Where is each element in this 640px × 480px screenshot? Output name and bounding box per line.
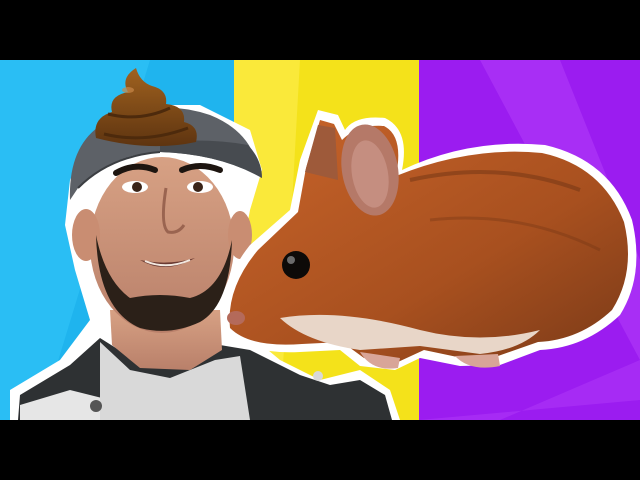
mouse-eye xyxy=(282,251,310,279)
thumbnail-frame xyxy=(0,60,640,420)
letterbox-bottom xyxy=(0,420,640,480)
letterbox-top xyxy=(0,0,640,60)
cutout-layer xyxy=(0,60,640,420)
